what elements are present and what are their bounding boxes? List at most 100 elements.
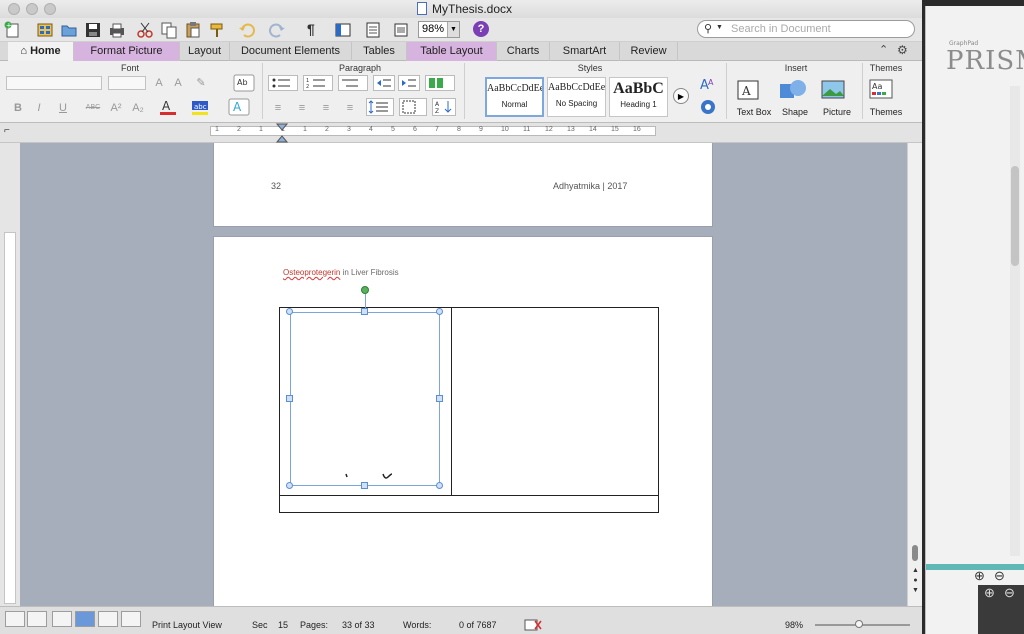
tab-review[interactable]: Review bbox=[620, 42, 678, 61]
minimize-window-button[interactable] bbox=[26, 3, 38, 15]
vertical-ruler[interactable] bbox=[4, 232, 16, 604]
numbering-icon[interactable]: 12 bbox=[303, 75, 333, 91]
tab-table-layout[interactable]: Table Layout bbox=[407, 42, 497, 61]
tab-document-elements[interactable]: Document Elements bbox=[230, 42, 352, 61]
sidebar-icon[interactable] bbox=[334, 21, 352, 39]
focus-view-icon[interactable] bbox=[121, 611, 141, 627]
prism-scroll-thumb[interactable] bbox=[1011, 166, 1019, 266]
underline-icon[interactable]: U bbox=[55, 101, 71, 115]
text-box-icon[interactable]: A bbox=[736, 78, 762, 102]
text-effects-icon[interactable]: A bbox=[228, 98, 250, 116]
print-layout-view-icon[interactable] bbox=[75, 611, 95, 627]
tab-selector-icon[interactable]: ⌐ bbox=[4, 125, 10, 136]
tab-charts[interactable]: Charts bbox=[497, 42, 550, 61]
selected-picture[interactable] bbox=[290, 312, 440, 486]
justify-icon[interactable]: ≡ bbox=[342, 101, 358, 115]
line-spacing-icon[interactable] bbox=[366, 98, 394, 116]
zoom-out-icon[interactable]: ⊖ bbox=[994, 568, 1005, 584]
table-column-divider[interactable] bbox=[451, 308, 452, 495]
columns-icon[interactable] bbox=[425, 75, 455, 91]
shape-icon[interactable] bbox=[778, 78, 808, 102]
styles-next-icon[interactable]: ▶ bbox=[673, 88, 689, 104]
align-center-icon[interactable]: ≡ bbox=[294, 101, 310, 115]
search-input[interactable]: Search in Document bbox=[731, 23, 831, 35]
resize-handle-bottom[interactable] bbox=[361, 482, 368, 489]
document-canvas[interactable]: 32 Adhyatmika | 2017 Osteoprotegerin in … bbox=[20, 143, 907, 606]
sort-icon[interactable]: AZ bbox=[432, 98, 456, 116]
templates-icon[interactable] bbox=[36, 21, 54, 39]
misspelled-word[interactable]: Osteoprotegerin bbox=[283, 268, 340, 277]
manage-styles-icon[interactable]: AA bbox=[698, 75, 718, 93]
zoom-dropdown-icon[interactable]: ▼ bbox=[447, 22, 459, 37]
multilevel-list-icon[interactable] bbox=[338, 75, 368, 91]
publishing-view-icon[interactable] bbox=[52, 611, 72, 627]
collapse-ribbon-icon[interactable]: ⌃ bbox=[879, 43, 888, 56]
bold-icon[interactable]: B bbox=[10, 101, 26, 115]
decrease-indent-icon[interactable] bbox=[373, 75, 395, 91]
increase-indent-icon[interactable] bbox=[398, 75, 420, 91]
strikethrough-icon[interactable]: ABC bbox=[85, 101, 101, 115]
zoom-slider-knob[interactable] bbox=[855, 620, 863, 628]
current-page[interactable]: Osteoprotegerin in Liver Fibrosis bbox=[213, 236, 713, 606]
tab-home[interactable]: ⌂ Home bbox=[8, 42, 74, 61]
resize-handle-top-right[interactable] bbox=[436, 308, 443, 315]
zoom-in-icon[interactable]: ⊕ bbox=[984, 585, 995, 601]
subscript-icon[interactable]: A₂ bbox=[130, 101, 146, 115]
style-normal[interactable]: AaBbCcDdEe Normal bbox=[485, 77, 544, 117]
previous-page[interactable]: 32 Adhyatmika | 2017 bbox=[213, 143, 713, 227]
resize-handle-bottom-right[interactable] bbox=[436, 482, 443, 489]
font-name-field[interactable] bbox=[6, 76, 102, 90]
new-document-icon[interactable]: + bbox=[4, 21, 22, 39]
bullets-icon[interactable] bbox=[268, 75, 298, 91]
style-heading-1[interactable]: AaBbC Heading 1 bbox=[609, 77, 668, 117]
font-color-icon[interactable]: A bbox=[158, 98, 180, 116]
grow-font-icon[interactable]: A bbox=[151, 76, 167, 90]
clear-format-icon[interactable]: ✎ bbox=[193, 76, 209, 90]
indent-marker-icon[interactable] bbox=[276, 123, 288, 143]
resize-handle-left[interactable] bbox=[286, 395, 293, 402]
redo-icon[interactable] bbox=[268, 21, 286, 39]
tab-format-picture[interactable]: Format Picture bbox=[74, 42, 180, 61]
browse-object-icon[interactable]: ● bbox=[910, 577, 921, 584]
zoom-window-button[interactable] bbox=[44, 3, 56, 15]
zoom-out-icon[interactable]: ⊖ bbox=[1004, 585, 1015, 601]
cut-icon[interactable] bbox=[136, 21, 154, 39]
notebook-view-icon[interactable] bbox=[98, 611, 118, 627]
undo-icon[interactable] bbox=[238, 21, 256, 39]
toolbox-icon[interactable] bbox=[364, 21, 382, 39]
print-icon[interactable] bbox=[108, 21, 126, 39]
picture-icon[interactable] bbox=[820, 78, 848, 102]
scroll-thumb[interactable] bbox=[912, 545, 918, 561]
search-field[interactable]: ⚲ ▼ Search in Document bbox=[697, 20, 915, 38]
borders-icon[interactable] bbox=[399, 98, 427, 116]
themes-icon[interactable]: Aa bbox=[868, 78, 896, 102]
shrink-font-icon[interactable]: A bbox=[170, 76, 186, 90]
highlight-icon[interactable]: abc bbox=[190, 98, 212, 116]
copy-icon[interactable] bbox=[160, 21, 178, 39]
tab-tables[interactable]: Tables bbox=[352, 42, 407, 61]
zoom-in-icon[interactable]: ⊕ bbox=[974, 568, 985, 584]
outline-view-icon[interactable] bbox=[27, 611, 47, 627]
prism-scrollbar[interactable] bbox=[1010, 86, 1020, 556]
paste-icon[interactable] bbox=[184, 21, 202, 39]
resize-handle-top-left[interactable] bbox=[286, 308, 293, 315]
gear-icon[interactable]: ⚙ bbox=[897, 43, 908, 57]
tab-smartart[interactable]: SmartArt bbox=[550, 42, 620, 61]
align-left-icon[interactable]: ≡ bbox=[270, 101, 286, 115]
previous-page-icon[interactable]: ▲ bbox=[910, 567, 921, 574]
align-right-icon[interactable]: ≡ bbox=[318, 101, 334, 115]
change-case-icon[interactable]: Ab bbox=[233, 74, 255, 92]
superscript-icon[interactable]: A² bbox=[108, 101, 124, 115]
table-row-divider[interactable] bbox=[280, 495, 658, 496]
open-folder-icon[interactable] bbox=[60, 21, 78, 39]
proofing-error-icon[interactable] bbox=[524, 619, 542, 631]
style-no-spacing[interactable]: AaBbCcDdEe No Spacing bbox=[547, 77, 606, 117]
pilcrow-icon[interactable]: ¶ bbox=[307, 21, 325, 39]
resize-handle-right[interactable] bbox=[436, 395, 443, 402]
rotate-handle[interactable] bbox=[361, 286, 369, 294]
format-painter-icon[interactable] bbox=[208, 21, 226, 39]
draft-view-icon[interactable] bbox=[5, 611, 25, 627]
resize-handle-top[interactable] bbox=[361, 308, 368, 315]
style-pane-icon[interactable] bbox=[700, 99, 716, 115]
next-page-icon[interactable]: ▼ bbox=[910, 587, 921, 594]
